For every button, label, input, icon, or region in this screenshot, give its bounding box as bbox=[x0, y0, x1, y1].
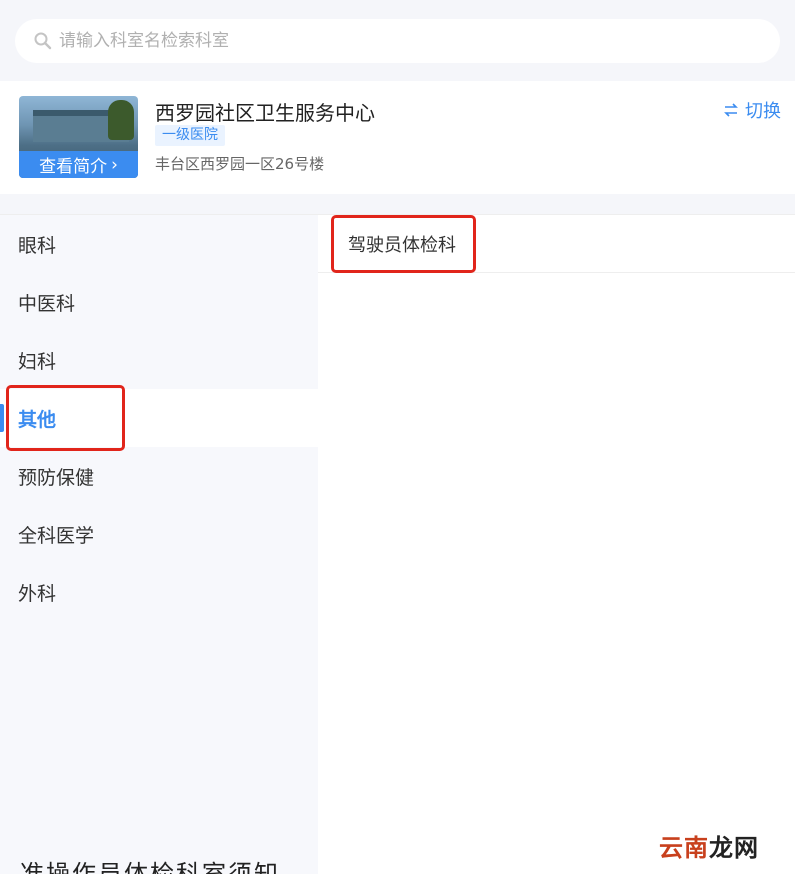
dept-item-tcm[interactable]: 中医科 bbox=[0, 273, 318, 331]
switch-label: 切换 bbox=[745, 101, 781, 122]
hospital-address: 丰台区西罗园一区26号楼 bbox=[155, 155, 325, 173]
hospital-card: 查看简介 › 西罗园社区卫生服务中心 一级医院 丰台区西罗园一区26号楼 切换 bbox=[0, 81, 795, 194]
search-icon bbox=[34, 32, 52, 50]
hospital-level-tag: 一级医院 bbox=[155, 125, 225, 146]
dept-label: 其他 bbox=[18, 408, 57, 431]
view-intro-label: 查看简介 bbox=[39, 157, 108, 177]
dept-item-other[interactable]: 其他 bbox=[0, 389, 318, 447]
dept-label: 妇科 bbox=[18, 350, 57, 373]
search-bar-area bbox=[0, 0, 795, 81]
watermark-part2: 龙 bbox=[709, 834, 734, 862]
bottom-cut-text: 准操作员体检科室须知 bbox=[20, 860, 280, 874]
department-sidebar: 眼科 中医科 妇科 其他 预防保健 全科医学 外科 bbox=[0, 215, 318, 874]
watermark-logo: 云南龙网 bbox=[659, 828, 759, 863]
hospital-photo: 查看简介 › bbox=[19, 96, 138, 178]
dept-item-surgery[interactable]: 外科 bbox=[0, 563, 318, 621]
watermark-part1: 云南 bbox=[659, 834, 709, 862]
chevron-right-icon: › bbox=[111, 154, 118, 175]
dept-item-general-medicine[interactable]: 全科医学 bbox=[0, 505, 318, 563]
dept-label: 预防保健 bbox=[18, 466, 95, 489]
dept-label: 全科医学 bbox=[18, 524, 95, 547]
switch-hospital-button[interactable]: 切换 bbox=[723, 97, 781, 123]
tree-image bbox=[108, 100, 134, 140]
search-input[interactable] bbox=[59, 31, 659, 51]
sub-dept-driver-exam[interactable]: 驾驶员体检科 bbox=[318, 215, 795, 273]
dept-label: 眼科 bbox=[18, 234, 57, 257]
hospital-name: 西罗园社区卫生服务中心 bbox=[155, 101, 375, 125]
view-intro-button[interactable]: 查看简介 › bbox=[19, 151, 138, 178]
sub-department-list: 驾驶员体检科 bbox=[318, 215, 795, 273]
dept-item-gynecology[interactable]: 妇科 bbox=[0, 331, 318, 389]
sub-dept-label: 驾驶员体检科 bbox=[348, 234, 456, 256]
dept-item-prevention[interactable]: 预防保健 bbox=[0, 447, 318, 505]
department-panel: 眼科 中医科 妇科 其他 预防保健 全科医学 外科 驾驶员体检科 bbox=[0, 214, 795, 874]
watermark-part3: 网 bbox=[734, 834, 759, 862]
dept-label: 外科 bbox=[18, 582, 57, 605]
dept-label: 中医科 bbox=[18, 292, 76, 315]
dept-item-eye[interactable]: 眼科 bbox=[0, 215, 318, 273]
swap-icon bbox=[724, 103, 738, 117]
search-box[interactable] bbox=[15, 19, 780, 63]
